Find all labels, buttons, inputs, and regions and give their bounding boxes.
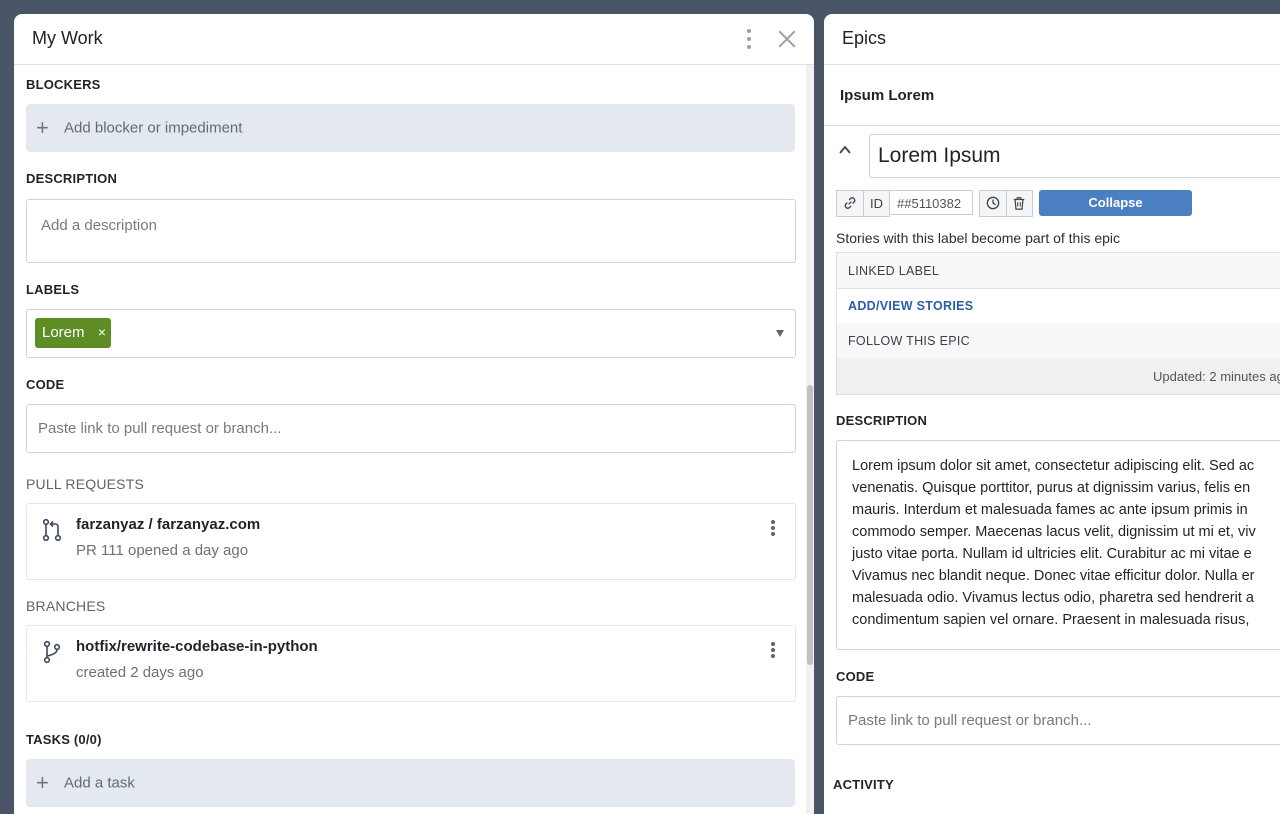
description-line: justo vitae porta. Nullam id ultricies e… bbox=[852, 546, 1252, 562]
epic-description-field[interactable]: Lorem ipsum dolor sit amet, consectetur … bbox=[836, 440, 1280, 650]
story-title-input[interactable]: Lorem Ipsum bbox=[869, 134, 1280, 178]
epic-code-placeholder: Paste link to pull request or branch... bbox=[848, 712, 1092, 729]
branches-label: BRANCHES bbox=[26, 598, 106, 614]
epic-note: Stories with this label become part of t… bbox=[836, 230, 1121, 246]
linked-label-row[interactable]: LINKED LABEL bbox=[837, 253, 1280, 289]
description-field[interactable]: Add a description bbox=[26, 199, 796, 263]
code-label: CODE bbox=[26, 377, 65, 392]
epic-info-table: LINKED LABEL ADD/VIEW STORIES FOLLOW THI… bbox=[836, 252, 1280, 395]
story-title-text: Lorem Ipsum bbox=[878, 144, 1001, 167]
close-icon[interactable] bbox=[778, 30, 796, 48]
pull-request-icon bbox=[42, 518, 62, 542]
code-placeholder: Paste link to pull request or branch... bbox=[38, 420, 282, 437]
clock-icon bbox=[986, 196, 1000, 210]
pull-request-subtitle: PR 111 opened a day ago bbox=[76, 542, 249, 559]
branch-title[interactable]: hotfix/rewrite-codebase-in-python bbox=[76, 638, 318, 655]
history-button[interactable] bbox=[979, 190, 1007, 217]
pull-request-item[interactable]: farzanyaz / farzanyaz.com PR 111 opened … bbox=[26, 503, 796, 580]
copy-link-button[interactable] bbox=[836, 190, 864, 217]
panel-title: My Work bbox=[32, 28, 103, 48]
description-line: venenatis. Quisque porttitor, purus at d… bbox=[852, 480, 1251, 496]
add-task-text: Add a task bbox=[64, 774, 135, 792]
branch-icon bbox=[43, 640, 61, 664]
description-line: commodo semper. Maecenas lacus velit, di… bbox=[852, 524, 1256, 540]
branch-item[interactable]: hotfix/rewrite-codebase-in-python create… bbox=[26, 625, 796, 702]
pull-request-menu-icon[interactable] bbox=[771, 520, 775, 538]
delete-button[interactable] bbox=[1006, 190, 1033, 217]
label-chip: Lorem × bbox=[35, 318, 111, 348]
follow-epic-row[interactable]: FOLLOW THIS EPIC bbox=[837, 323, 1280, 359]
plus-icon: + bbox=[36, 115, 49, 140]
labels-label: LABELS bbox=[26, 282, 80, 297]
story-id-field[interactable]: ##5110382 bbox=[889, 190, 973, 215]
pull-requests-label: PULL REQUESTS bbox=[26, 476, 145, 492]
divider bbox=[824, 125, 1280, 126]
linked-label-text: LINKED LABEL bbox=[848, 264, 940, 278]
code-input[interactable]: Paste link to pull request or branch... bbox=[26, 404, 796, 453]
branch-subtitle: created 2 days ago bbox=[76, 664, 204, 681]
description-line: malesuada odio. Vivamus lectus odio, pha… bbox=[852, 590, 1254, 606]
chevron-up-icon[interactable] bbox=[839, 144, 851, 156]
epic-code-label: CODE bbox=[836, 669, 875, 684]
collapse-button[interactable]: Collapse bbox=[1039, 190, 1192, 216]
epics-header: Epics bbox=[824, 14, 1280, 65]
plus-icon: + bbox=[36, 770, 49, 795]
labels-select[interactable]: Lorem × bbox=[26, 309, 796, 358]
follow-epic-text: FOLLOW THIS EPIC bbox=[848, 334, 970, 348]
my-work-panel: My Work BLOCKERS + Add blocker or impedi… bbox=[14, 14, 814, 814]
tasks-label: TASKS (0/0) bbox=[26, 732, 102, 747]
id-label: ID bbox=[863, 190, 890, 217]
description-line: condimentum sapien vel ornare. Praesent … bbox=[852, 612, 1250, 628]
epic-description-text: Lorem ipsum dolor sit amet, consectetur … bbox=[852, 455, 1280, 631]
pull-request-title[interactable]: farzanyaz / farzanyaz.com bbox=[76, 516, 260, 533]
panel-title: Epics bbox=[842, 28, 887, 48]
more-options-icon[interactable] bbox=[747, 29, 751, 49]
description-line: Vivamus nec blandit neque. Donec vitae e… bbox=[852, 568, 1255, 584]
branch-menu-icon[interactable] bbox=[771, 642, 775, 660]
add-blocker-text: Add blocker or impediment bbox=[64, 119, 243, 137]
scrollbar-thumb[interactable] bbox=[807, 385, 813, 665]
epic-description-label: DESCRIPTION bbox=[836, 413, 928, 428]
description-line: mauris. Interdum et malesuada fames ac a… bbox=[852, 502, 1248, 518]
description-placeholder: Add a description bbox=[41, 217, 157, 234]
label-chip-text: Lorem bbox=[42, 324, 85, 341]
updated-text: Updated: 2 minutes ag bbox=[1153, 369, 1280, 384]
epic-code-input[interactable]: Paste link to pull request or branch... bbox=[836, 696, 1280, 745]
updated-row: Updated: 2 minutes ag bbox=[837, 358, 1280, 394]
add-view-stories-row[interactable]: ADD/VIEW STORIES bbox=[837, 288, 1280, 324]
remove-label-icon[interactable]: × bbox=[98, 324, 106, 340]
blockers-label: BLOCKERS bbox=[26, 77, 101, 92]
dropdown-caret-icon[interactable] bbox=[776, 330, 784, 337]
epics-panel: Epics Ipsum Lorem Lorem Ipsum ID ##51103… bbox=[824, 14, 1280, 814]
link-icon bbox=[844, 197, 856, 209]
activity-label: ACTIVITY bbox=[833, 777, 894, 792]
description-line: Lorem ipsum dolor sit amet, consectetur … bbox=[852, 458, 1255, 474]
add-blocker-button[interactable]: + Add blocker or impediment bbox=[26, 104, 795, 152]
trash-icon bbox=[1013, 197, 1025, 210]
epic-name[interactable]: Ipsum Lorem bbox=[840, 87, 934, 104]
my-work-header: My Work bbox=[14, 14, 814, 65]
scrollbar[interactable] bbox=[806, 65, 814, 814]
description-label: DESCRIPTION bbox=[26, 171, 118, 186]
add-view-stories-link[interactable]: ADD/VIEW STORIES bbox=[848, 299, 973, 313]
